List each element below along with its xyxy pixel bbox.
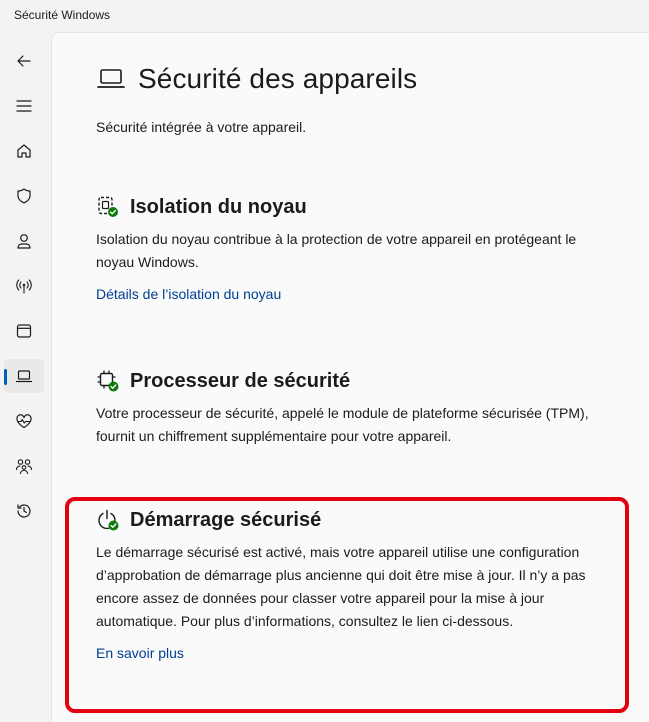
nav-family-options[interactable] — [4, 449, 44, 483]
laptop-icon — [97, 69, 125, 88]
page-header: Sécurité des appareils — [96, 63, 417, 95]
security-processor-title: Processeur de sécurité — [130, 369, 351, 392]
selection-indicator — [4, 369, 7, 385]
nav-device-performance[interactable] — [4, 404, 44, 438]
security-processor-description: Votre processeur de sécurité, appelé le … — [96, 405, 589, 444]
navigation-sidebar — [0, 32, 50, 722]
shield-icon — [17, 188, 31, 204]
security-processor-section: Processeur de sécurité Votre processeur … — [96, 369, 616, 448]
page-title: Sécurité des appareils — [138, 63, 418, 94]
nav-device-security[interactable] — [4, 359, 44, 393]
person-icon — [17, 234, 31, 249]
history-icon — [17, 504, 31, 518]
family-icon — [15, 459, 33, 475]
nav-app-browser-control[interactable] — [4, 314, 44, 348]
nav-account-protection[interactable] — [4, 224, 44, 258]
back-arrow-icon — [17, 55, 31, 67]
wireless-icon — [16, 279, 32, 294]
hamburger-icon — [16, 100, 32, 112]
core-isolation-details-link[interactable]: Détails de l’isolation du noyau — [96, 286, 281, 302]
page-subtitle: Sécurité intégrée à votre appareil. — [96, 119, 307, 135]
processor-check-icon — [97, 370, 119, 392]
menu-button[interactable] — [4, 89, 44, 123]
home-icon — [17, 144, 31, 158]
app-window-icon — [16, 324, 32, 338]
heart-pulse-icon — [16, 414, 32, 429]
nav-home[interactable] — [4, 134, 44, 168]
laptop-icon — [15, 370, 33, 383]
core-isolation-section: Isolation du noyau Isolation du noyau co… — [96, 195, 616, 304]
nav-virus-protection[interactable] — [4, 179, 44, 213]
core-isolation-description: Isolation du noyau contribue à la protec… — [96, 231, 577, 270]
highlight-box — [65, 497, 629, 713]
window-title: Sécurité Windows — [14, 8, 111, 22]
nav-protection-history[interactable] — [4, 494, 44, 528]
back-button[interactable] — [4, 44, 44, 78]
core-isolation-title: Isolation du noyau — [130, 195, 307, 218]
core-isolation-check-icon — [98, 196, 118, 217]
nav-firewall-network[interactable] — [4, 269, 44, 303]
